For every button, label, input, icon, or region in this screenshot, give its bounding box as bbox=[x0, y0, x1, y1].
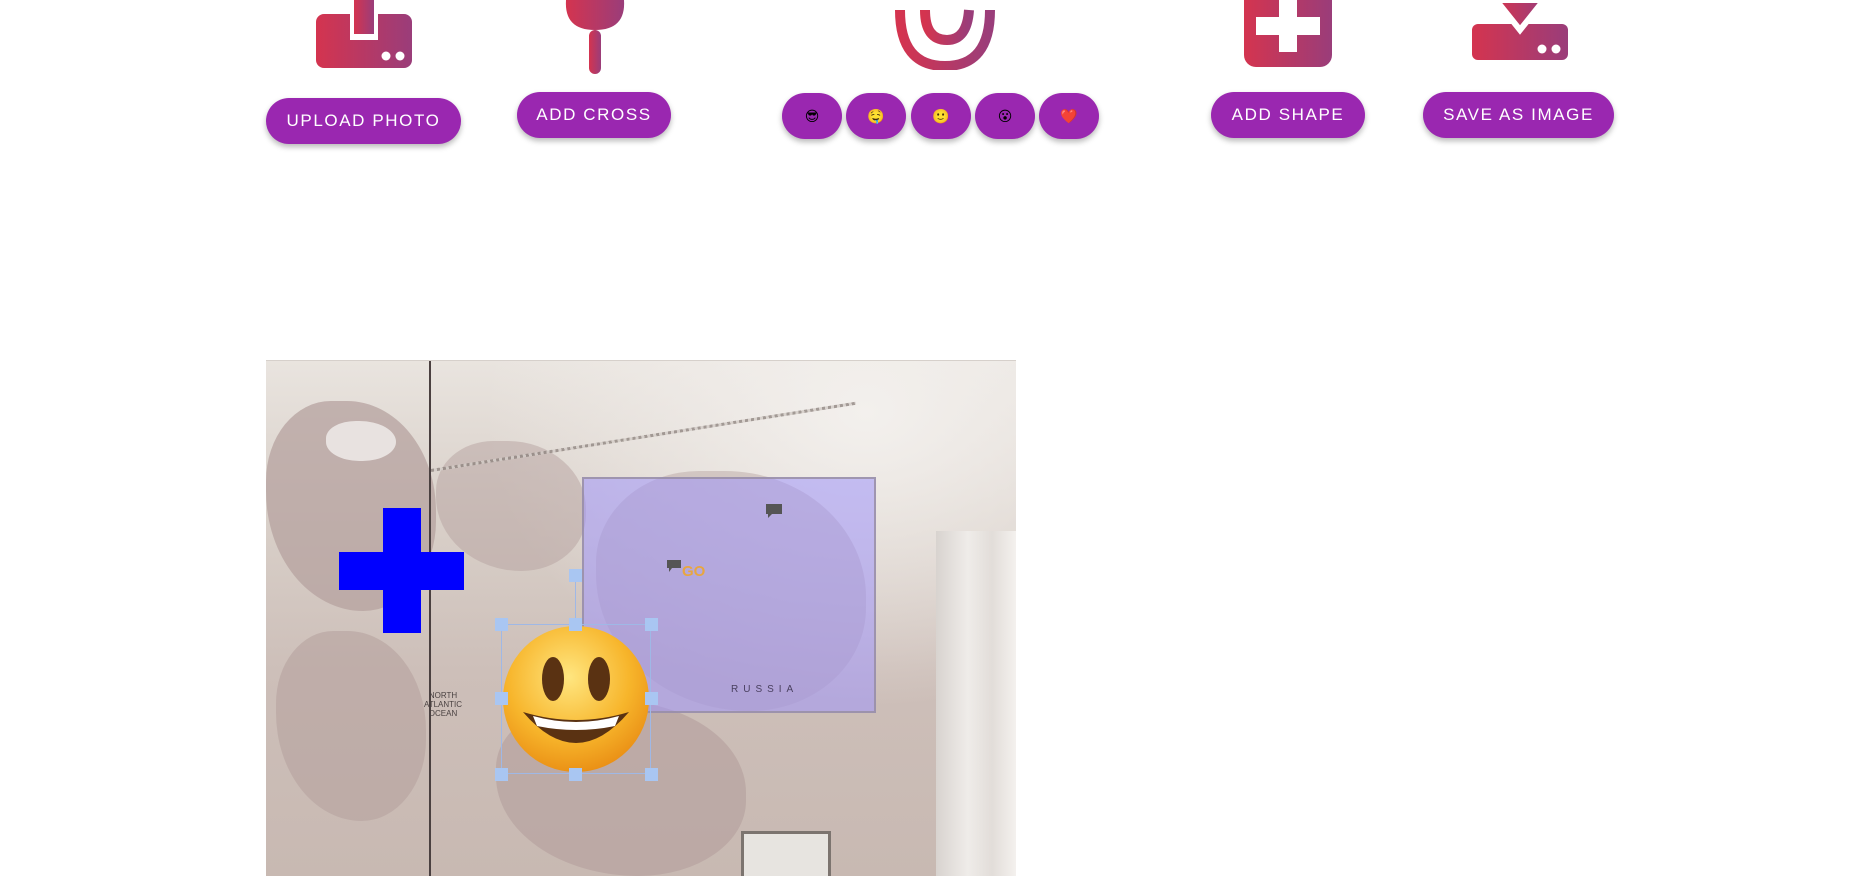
at-sign-icon bbox=[895, 0, 995, 70]
resize-handle-bottom-right[interactable] bbox=[645, 768, 658, 781]
add-cross-button[interactable]: Add cross bbox=[517, 92, 671, 138]
text-label[interactable]: GO bbox=[682, 563, 705, 580]
upload-icon bbox=[316, 0, 412, 70]
resize-handle-top[interactable] bbox=[569, 618, 582, 631]
rotation-line bbox=[575, 575, 576, 624]
selection-box bbox=[501, 624, 651, 774]
save-as-image-button[interactable]: Save as image bbox=[1423, 92, 1614, 138]
emoji-button-surprised[interactable]: 😮 bbox=[975, 93, 1035, 139]
resize-handle-bottom[interactable] bbox=[569, 768, 582, 781]
comment-icon bbox=[666, 559, 682, 578]
resize-handle-bottom-left[interactable] bbox=[495, 768, 508, 781]
emoji-button-cool[interactable]: 😎 bbox=[782, 93, 842, 139]
resize-handle-top-right[interactable] bbox=[645, 618, 658, 631]
map-label-russia: RUSSIA bbox=[731, 684, 799, 695]
upload-photo-button[interactable]: Upload photo bbox=[266, 98, 461, 144]
pin-icon bbox=[564, 0, 626, 76]
map-label-ocean: NORTH ATLANTIC OCEAN bbox=[423, 691, 463, 718]
emoji-button-smile[interactable]: 🙂 bbox=[911, 93, 971, 139]
download-icon bbox=[1472, 0, 1568, 60]
resize-handle-top-left[interactable] bbox=[495, 618, 508, 631]
add-shape-button[interactable]: Add shape bbox=[1211, 92, 1365, 138]
editor-canvas[interactable]: NORTH ATLANTIC OCEAN RUSSIA GO bbox=[266, 360, 1016, 876]
resize-handle-right[interactable] bbox=[645, 692, 658, 705]
plus-square-icon bbox=[1244, 0, 1332, 68]
comment-icon bbox=[765, 503, 783, 524]
emoji-button-drool[interactable]: 🤤 bbox=[846, 93, 906, 139]
rotate-handle[interactable] bbox=[569, 569, 582, 582]
resize-handle-left[interactable] bbox=[495, 692, 508, 705]
emoji-button-heart[interactable]: ❤️ bbox=[1039, 93, 1099, 139]
